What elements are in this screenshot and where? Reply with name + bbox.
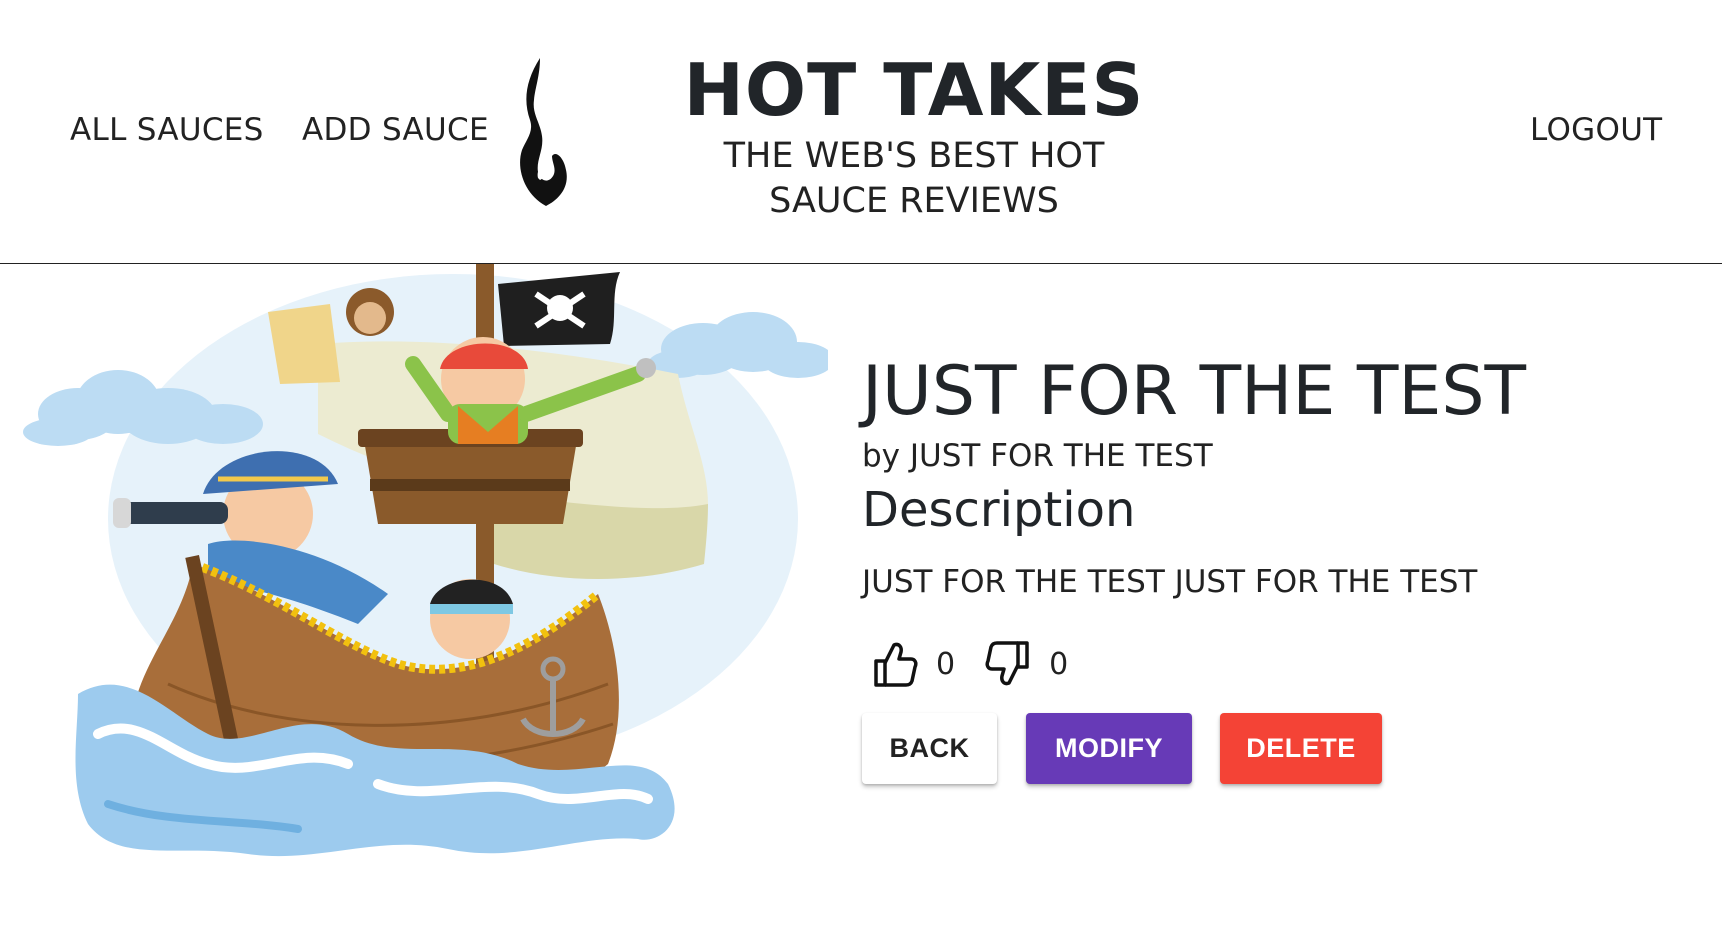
delete-button[interactable]: DELETE xyxy=(1220,713,1382,784)
nav-all-sauces-link[interactable]: ALL SAUCES xyxy=(70,112,264,148)
dislikes-count: 0 xyxy=(1049,646,1069,682)
logout-link[interactable]: LOGOUT xyxy=(1530,112,1662,148)
description-heading: Description xyxy=(862,482,1136,538)
site-subtitle: THE WEB'S BEST HOT SAUCE REVIEWS xyxy=(723,136,1105,221)
sauce-name: JUST FOR THE TEST xyxy=(862,352,1527,431)
modify-button[interactable]: MODIFY xyxy=(1026,713,1192,784)
back-button[interactable]: BACK xyxy=(862,713,997,784)
thumbs-up-icon[interactable] xyxy=(872,639,918,689)
likes-container: 0 0 xyxy=(872,636,1098,692)
description-text: JUST FOR THE TEST JUST FOR THE TEST xyxy=(862,564,1478,600)
site-header: ALL SAUCES ADD SAUCE HOT TAKES THE WEB'S… xyxy=(0,0,1722,264)
pirate-ship-illustration xyxy=(23,264,828,857)
site-title: HOT TAKES xyxy=(683,48,1145,132)
nav-add-sauce-link[interactable]: ADD SAUCE xyxy=(302,112,489,148)
thumbs-down-icon[interactable] xyxy=(985,639,1031,689)
likes-count: 0 xyxy=(936,646,956,682)
sauce-manufacturer: by JUST FOR THE TEST xyxy=(862,438,1213,474)
flame-icon xyxy=(520,58,567,206)
